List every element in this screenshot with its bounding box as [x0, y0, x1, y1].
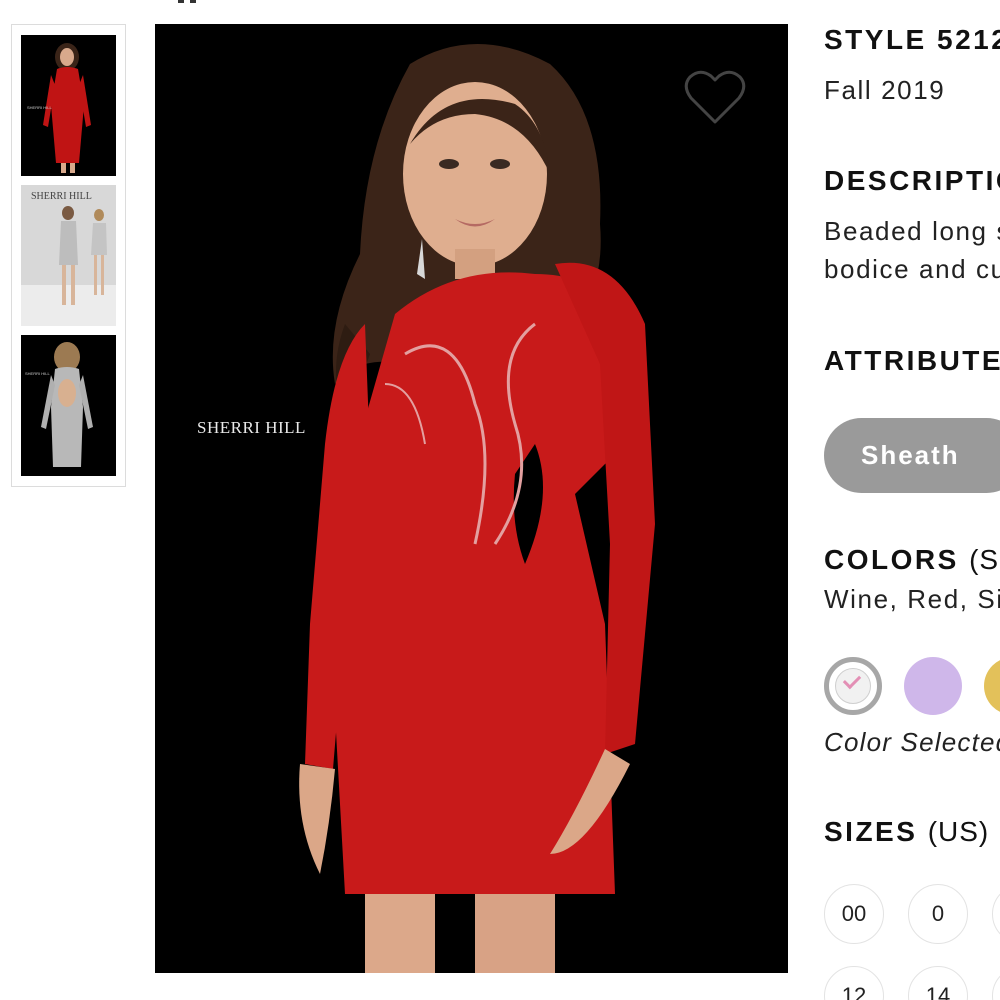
colors-list: Wine, Red, Silver — [824, 584, 1000, 614]
attribute-tag-sheath[interactable]: Sheath — [824, 418, 1000, 493]
colors-heading-label: COLORS — [824, 544, 959, 575]
size-option[interactable]: 16 — [992, 966, 1000, 1000]
colors-heading-sub: (Shown) — [969, 544, 1000, 575]
color-swatch-selected[interactable] — [824, 657, 882, 715]
attributes-heading: ATTRIBUTES — [824, 345, 1000, 376]
thumbnail-silver-runway[interactable]: SHERRI HILL — [21, 185, 116, 326]
sizes-heading-sub: (US) — [927, 816, 990, 847]
description-line-1: Beaded long sleeve — [824, 216, 1000, 246]
size-option[interactable]: 12 — [824, 966, 884, 1000]
size-option[interactable]: 14 — [908, 966, 968, 1000]
size-option[interactable]: 2 — [992, 884, 1000, 944]
product-main-image[interactable]: SHERRI HILL — [155, 24, 788, 973]
thumbnail-red-front[interactable]: SHERRI HILL — [21, 35, 116, 176]
favorite-heart-icon[interactable] — [684, 68, 746, 126]
description-line-2: bodice and cutouts — [824, 254, 1000, 284]
colors-heading: COLORS (Shown) — [824, 544, 1000, 576]
svg-text:SHERRI HILL: SHERRI HILL — [27, 105, 52, 110]
season-label: Fall 2019 — [824, 75, 946, 105]
color-swatch-lilac[interactable] — [904, 657, 962, 715]
thumbnail-strip: SHERRI HILL SHERRI HILL SHERRI HILL — [11, 24, 126, 487]
thumbnail-silver-back[interactable]: SHERRI HILL — [21, 335, 116, 476]
sizes-heading: SIZES (US) — [824, 816, 989, 848]
cropped-header-text — [178, 0, 208, 4]
size-option[interactable]: 0 — [908, 884, 968, 944]
brand-watermark: SHERRI HILL — [197, 418, 306, 437]
model-illustration — [299, 44, 655, 973]
sizes-heading-label: SIZES — [824, 816, 918, 847]
description-heading: DESCRIPTION — [824, 165, 1000, 196]
svg-text:SHERRI HILL: SHERRI HILL — [31, 191, 92, 202]
color-selected-label: Color Selected — [824, 727, 1000, 757]
color-swatch-gold[interactable] — [984, 657, 1000, 715]
size-option[interactable]: 00 — [824, 884, 884, 944]
product-info-panel: STYLE 52126 Fall 2019 DESCRIPTION Beaded… — [824, 0, 1000, 1000]
svg-text:SHERRI HILL: SHERRI HILL — [25, 371, 50, 376]
style-title: STYLE 52126 — [824, 24, 1000, 55]
